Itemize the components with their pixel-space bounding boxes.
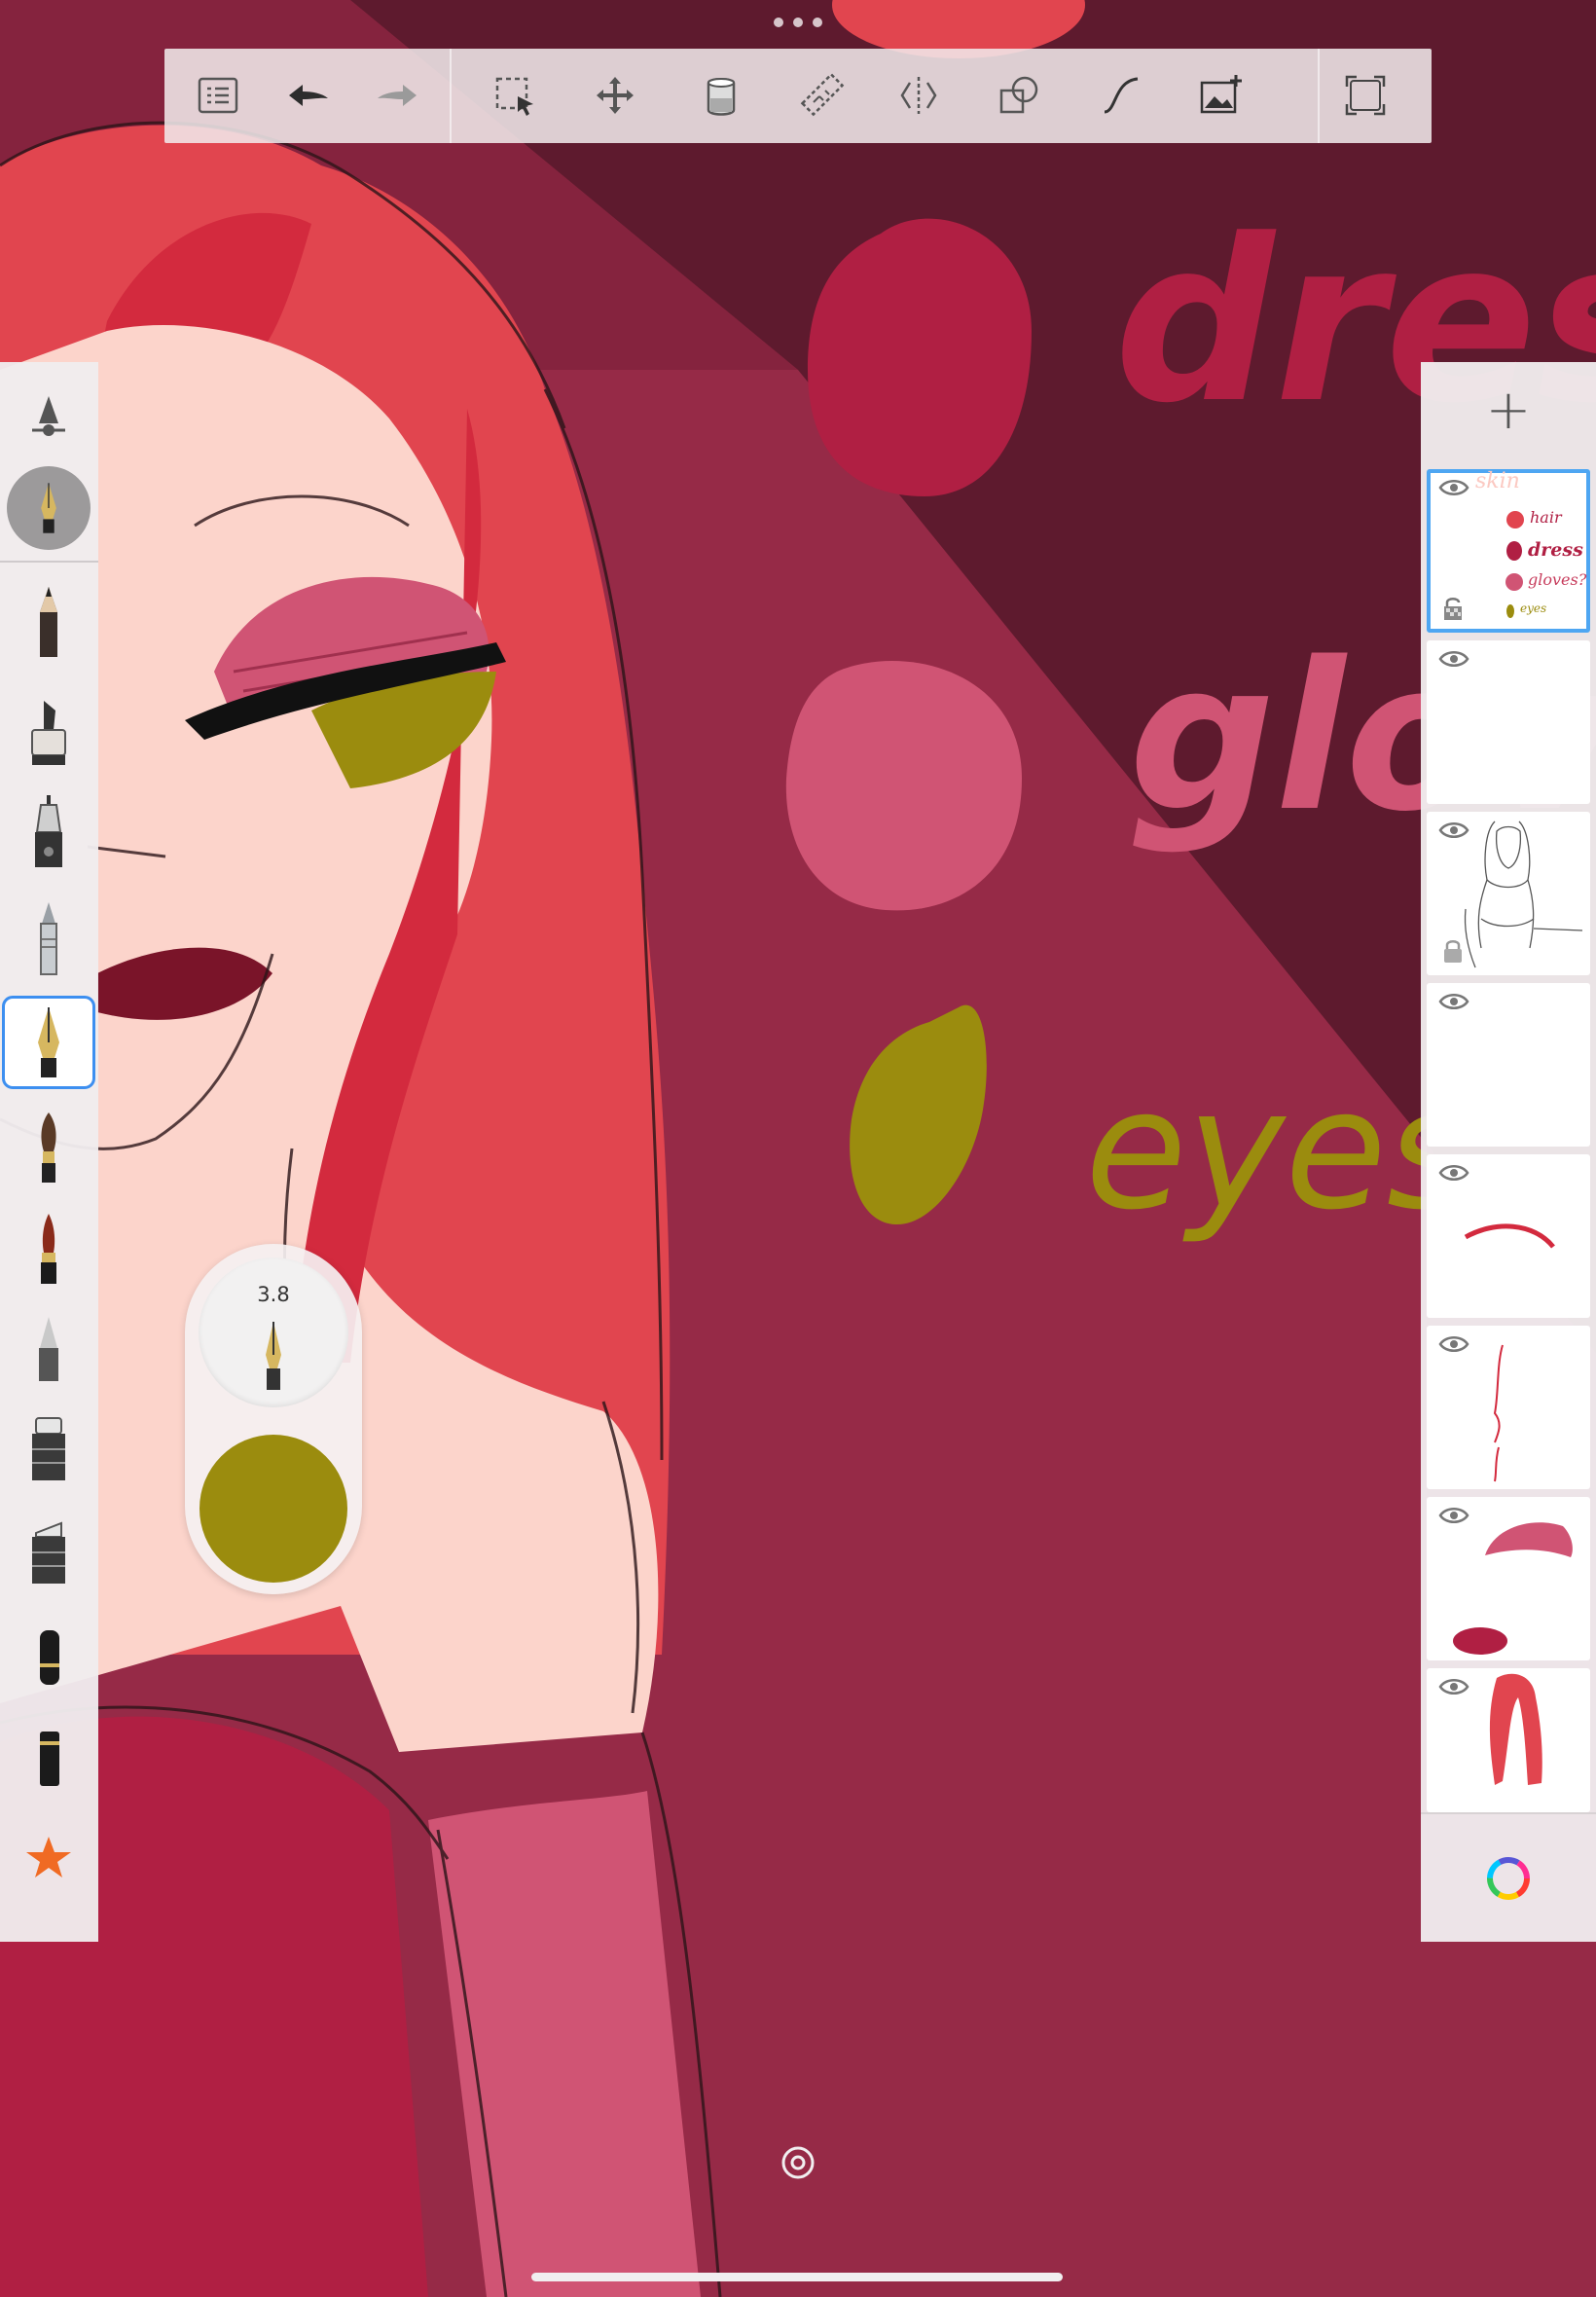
ballpoint-icon (40, 902, 57, 975)
brush-properties-icon (32, 396, 65, 436)
favorites-button[interactable] (5, 1814, 92, 1902)
legend-dress: dress (1528, 539, 1583, 561)
drawing-canvas[interactable]: dres glov eyes (0, 0, 1596, 2297)
redo-icon (378, 85, 417, 106)
eye-icon[interactable] (1438, 991, 1469, 1012)
paintbrush-brush[interactable] (5, 1104, 92, 1191)
eyes-label-text: eyes (1085, 1054, 1472, 1247)
selection-icon (495, 77, 533, 116)
soft-eraser-brush[interactable] (5, 1507, 92, 1594)
paintbrush-icon (41, 1112, 56, 1183)
marker-icon (31, 701, 66, 765)
import-image-button[interactable] (1192, 66, 1251, 125)
layer-item-eyeshadow-lips[interactable] (1427, 1497, 1590, 1660)
brush-size-value: 3.8 (257, 1283, 290, 1306)
selection-button[interactable] (486, 66, 544, 125)
zoom-reset-icon[interactable] (779, 2143, 817, 2182)
legend-eyes: eyes (1520, 602, 1547, 615)
smudge-icon (39, 1317, 58, 1381)
layer-item-eyebrow[interactable] (1427, 1154, 1590, 1318)
marker-brush[interactable] (5, 686, 92, 774)
list-icon (198, 77, 238, 114)
star-icon (26, 1837, 71, 1878)
legend-hair: hair (1530, 508, 1562, 527)
eye-icon[interactable] (1438, 1333, 1469, 1355)
solid-brush[interactable] (5, 1612, 92, 1699)
transform-button[interactable] (586, 66, 644, 125)
solid-brush-icon (40, 1630, 59, 1685)
textured-brush[interactable] (5, 1713, 92, 1801)
alpha-lock-icon[interactable] (1442, 596, 1464, 621)
undo-icon (289, 85, 328, 106)
color-wheel-icon (1487, 1856, 1530, 1900)
technical-pen-brush[interactable] (5, 788, 92, 876)
airbrush-brush[interactable] (5, 1205, 92, 1293)
plus-icon: + (1485, 379, 1532, 442)
fullscreen-button[interactable] (1336, 66, 1395, 125)
eye-icon[interactable] (1438, 648, 1469, 670)
smudge-brush[interactable] (5, 1304, 92, 1392)
toolbar-drag-handle[interactable] (774, 16, 822, 29)
gloves-swatch-blob (785, 661, 1022, 911)
nib-pen-brush[interactable] (2, 996, 95, 1089)
paint-bucket-icon (707, 78, 736, 116)
top-toolbar (164, 49, 1432, 143)
nib-pen-icon (38, 1007, 59, 1077)
undo-button[interactable] (278, 66, 337, 125)
pencil-icon (40, 587, 57, 657)
brush-properties-button[interactable] (5, 382, 92, 469)
current-brush-button[interactable] (5, 464, 92, 552)
nib-pen-icon (41, 483, 56, 533)
pencil-brush[interactable] (5, 578, 92, 666)
legend-gloves: gloves? (1528, 570, 1587, 589)
eye-icon[interactable] (1438, 1676, 1469, 1697)
layers-panel: + skin hair dress gloves? eyes (1421, 362, 1596, 1942)
textured-brush-icon (40, 1732, 59, 1786)
eraser-icon (32, 1417, 65, 1480)
brush-size-control[interactable]: 3.8 (199, 1258, 348, 1407)
add-image-icon (1200, 75, 1242, 114)
nib-pen-icon (266, 1322, 281, 1390)
stroke-button[interactable] (1092, 66, 1150, 125)
brush-puck: 3.8 (185, 1244, 362, 1594)
layer-item-empty[interactable] (1427, 640, 1590, 804)
home-indicator[interactable] (531, 2273, 1063, 2281)
shapes-button[interactable] (990, 66, 1048, 125)
symmetry-icon (900, 77, 937, 114)
fill-button[interactable] (692, 66, 750, 125)
ruler-button[interactable] (793, 66, 852, 125)
move-icon (597, 77, 634, 114)
technical-pen-icon (35, 795, 62, 867)
eye-icon[interactable] (1438, 1505, 1469, 1526)
layer-item-sketch[interactable] (1427, 812, 1590, 975)
layer-item-empty[interactable] (1427, 983, 1590, 1147)
layer-item-hair[interactable] (1427, 1668, 1590, 1812)
redo-button[interactable] (369, 66, 427, 125)
soft-eraser-icon (32, 1521, 65, 1584)
shapes-icon (999, 76, 1038, 114)
layer-item-legend[interactable]: skin hair dress gloves? eyes (1427, 469, 1590, 633)
lock-icon[interactable] (1442, 938, 1464, 964)
brush-palette (0, 362, 98, 1942)
layer-item-face-lines[interactable] (1427, 1326, 1590, 1489)
airbrush-icon (41, 1214, 56, 1284)
eye-icon[interactable] (1438, 1162, 1469, 1184)
ruler-icon (800, 73, 845, 117)
symmetry-button[interactable] (889, 66, 948, 125)
add-layer-button[interactable]: + (1421, 362, 1596, 459)
brush-color-control[interactable] (200, 1435, 347, 1583)
ballpoint-brush[interactable] (5, 895, 92, 983)
fullscreen-icon (1345, 75, 1386, 116)
eraser-brush[interactable] (5, 1404, 92, 1491)
curve-icon (1104, 77, 1139, 114)
eye-icon[interactable] (1438, 820, 1469, 841)
color-editor-button[interactable] (1421, 1814, 1596, 1942)
gallery-button[interactable] (189, 66, 247, 125)
